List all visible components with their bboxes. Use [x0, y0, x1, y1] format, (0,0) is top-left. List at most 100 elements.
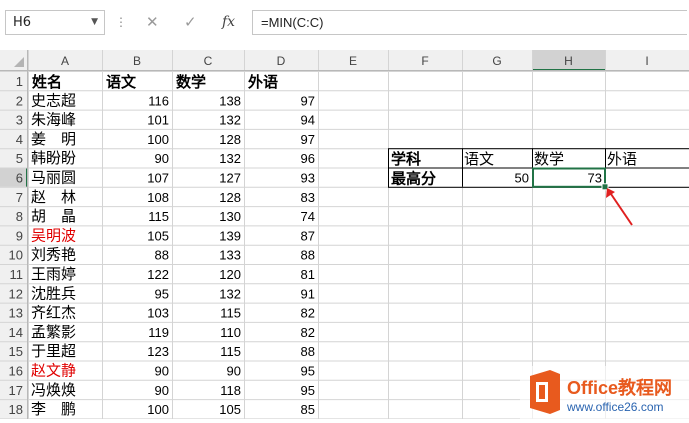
- row-header[interactable]: 12: [9, 286, 23, 301]
- score-cell[interactable]: 103: [147, 306, 169, 321]
- name-cell[interactable]: 吴明波: [31, 227, 76, 244]
- chevron-down-icon[interactable]: ▼: [91, 11, 98, 34]
- row-header[interactable]: 15: [9, 344, 23, 359]
- name-cell[interactable]: 孟繁影: [31, 324, 76, 341]
- row-header[interactable]: 18: [9, 402, 23, 417]
- name-cell[interactable]: 赵文静: [31, 363, 76, 380]
- score-cell[interactable]: 127: [219, 171, 241, 186]
- score-cell[interactable]: 138: [219, 93, 241, 108]
- score-cell[interactable]: 139: [219, 228, 241, 243]
- column-header-a[interactable]: A: [61, 54, 69, 68]
- score-cell[interactable]: 91: [301, 286, 315, 301]
- column-title-cell[interactable]: 姓名: [32, 73, 62, 91]
- name-cell[interactable]: 韩盼盼: [31, 150, 76, 167]
- score-cell[interactable]: 82: [301, 325, 315, 340]
- name-cell[interactable]: 姜 明: [31, 131, 76, 148]
- column-header-b[interactable]: B: [133, 54, 141, 68]
- score-cell[interactable]: 83: [301, 190, 315, 205]
- score-cell[interactable]: 94: [301, 113, 315, 128]
- column-header-d[interactable]: D: [277, 54, 286, 68]
- name-cell[interactable]: 冯焕焕: [31, 382, 76, 399]
- score-cell[interactable]: 90: [155, 383, 169, 398]
- score-cell[interactable]: 110: [220, 325, 241, 340]
- name-cell[interactable]: 齐红杰: [31, 305, 76, 322]
- score-cell[interactable]: 122: [147, 267, 169, 282]
- enter-icon[interactable]: ✓: [184, 10, 197, 35]
- score-cell[interactable]: 120: [219, 267, 241, 282]
- name-cell[interactable]: 刘秀艳: [31, 247, 76, 264]
- score-cell[interactable]: 118: [220, 383, 241, 398]
- score-cell[interactable]: 128: [219, 190, 241, 205]
- score-cell[interactable]: 95: [301, 383, 315, 398]
- resize-handle-icon[interactable]: ⋮: [115, 15, 126, 29]
- row-header[interactable]: 2: [16, 93, 23, 108]
- row-header[interactable]: 5: [16, 151, 23, 166]
- score-cell[interactable]: 93: [301, 171, 315, 186]
- score-cell[interactable]: 101: [147, 113, 169, 128]
- row-header[interactable]: 14: [9, 325, 23, 340]
- score-cell[interactable]: 105: [219, 402, 241, 417]
- score-cell[interactable]: 115: [148, 209, 169, 224]
- summary-subject-cell[interactable]: 数学: [534, 151, 564, 168]
- name-cell[interactable]: 李 鹏: [31, 401, 76, 418]
- name-box[interactable]: H6 ▼: [5, 10, 105, 35]
- row-header[interactable]: 9: [16, 228, 23, 243]
- row-header[interactable]: 10: [9, 248, 23, 263]
- score-cell[interactable]: 81: [301, 267, 315, 282]
- row-header[interactable]: 13: [9, 306, 23, 321]
- score-cell[interactable]: 95: [155, 286, 169, 301]
- score-cell[interactable]: 100: [147, 132, 169, 147]
- score-cell[interactable]: 132: [219, 286, 241, 301]
- summary-subject-cell[interactable]: 外语: [607, 151, 637, 168]
- function-icon[interactable]: fx: [222, 10, 235, 35]
- column-header-c[interactable]: C: [204, 54, 213, 68]
- row-header[interactable]: 11: [10, 267, 24, 282]
- column-header-i[interactable]: I: [645, 54, 648, 68]
- summary-max-label[interactable]: 最高分: [391, 170, 436, 188]
- name-cell[interactable]: 胡 晶: [31, 208, 76, 225]
- score-cell[interactable]: 119: [148, 325, 169, 340]
- spreadsheet-grid[interactable]: ABCDEFGHI12345678910111213141516171819姓名…: [0, 50, 689, 419]
- summary-subject-label[interactable]: 学科: [391, 150, 421, 168]
- score-cell[interactable]: 88: [301, 248, 315, 263]
- score-cell[interactable]: 132: [219, 113, 241, 128]
- score-cell[interactable]: 90: [227, 364, 241, 379]
- score-cell[interactable]: 90: [155, 151, 169, 166]
- name-cell[interactable]: 王雨婷: [31, 266, 76, 283]
- column-title-cell[interactable]: 外语: [247, 73, 278, 91]
- name-cell[interactable]: 马丽圆: [31, 170, 76, 187]
- column-header-e[interactable]: E: [349, 54, 357, 68]
- score-cell[interactable]: 74: [301, 209, 315, 224]
- score-cell[interactable]: 108: [147, 190, 169, 205]
- cancel-icon[interactable]: ✕: [146, 10, 159, 35]
- column-title-cell[interactable]: 数学: [176, 73, 206, 91]
- score-cell[interactable]: 115: [220, 306, 241, 321]
- score-cell[interactable]: 97: [301, 93, 315, 108]
- score-cell[interactable]: 128: [219, 132, 241, 147]
- score-cell[interactable]: 88: [301, 344, 315, 359]
- row-header[interactable]: 3: [16, 113, 23, 128]
- row-header[interactable]: 7: [16, 190, 23, 205]
- row-header[interactable]: 8: [16, 209, 23, 224]
- score-cell[interactable]: 85: [301, 402, 315, 417]
- name-cell[interactable]: 于里超: [31, 343, 76, 360]
- row-header[interactable]: 6: [16, 171, 23, 186]
- column-title-cell[interactable]: 语文: [106, 73, 137, 91]
- score-cell[interactable]: 82: [301, 306, 315, 321]
- column-header-h[interactable]: H: [564, 54, 573, 68]
- name-cell[interactable]: 沈胜兵: [31, 285, 76, 302]
- score-cell[interactable]: 116: [148, 93, 169, 108]
- score-cell[interactable]: 88: [155, 248, 169, 263]
- score-cell[interactable]: 132: [219, 151, 241, 166]
- score-cell[interactable]: 95: [301, 364, 315, 379]
- score-cell[interactable]: 130: [219, 209, 241, 224]
- name-cell[interactable]: 史志超: [31, 92, 76, 109]
- score-cell[interactable]: 115: [220, 344, 241, 359]
- score-cell[interactable]: 90: [155, 364, 169, 379]
- row-header[interactable]: 4: [16, 132, 23, 147]
- score-cell[interactable]: 97: [301, 132, 315, 147]
- score-cell[interactable]: 123: [147, 344, 169, 359]
- column-header-g[interactable]: G: [492, 54, 501, 68]
- score-cell[interactable]: 133: [219, 248, 241, 263]
- summary-value-cell[interactable]: 73: [588, 171, 602, 186]
